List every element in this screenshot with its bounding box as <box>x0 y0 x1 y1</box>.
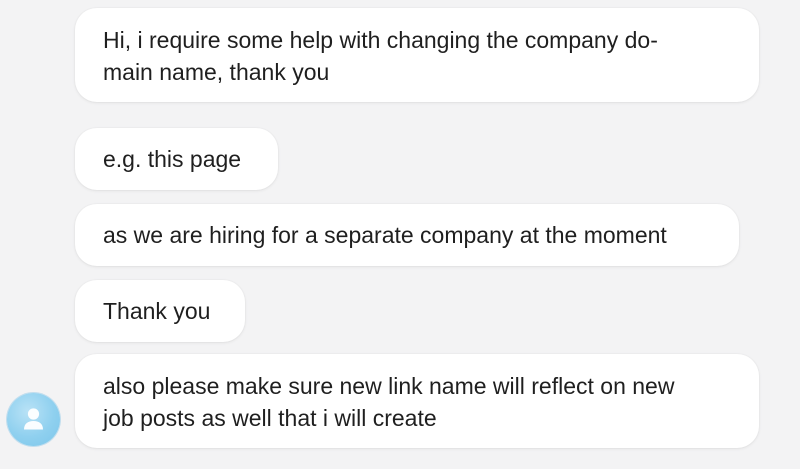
message-text: e.g. this page <box>103 146 242 172</box>
chat-thread: Hi, i require some help with changing th… <box>0 0 800 469</box>
message-bubble: Thank you <box>75 280 245 342</box>
message-bubble: Hi, i require some help with changing th… <box>75 8 759 102</box>
message-text: as we are hiring for a separate company … <box>103 222 667 248</box>
message-text: Thank you <box>103 298 211 324</box>
avatar[interactable] <box>7 393 60 446</box>
user-icon <box>24 408 43 430</box>
message-bubble: as we are hiring for a separate company … <box>75 204 739 266</box>
message-text: Hi, i require some help with changing th… <box>103 26 658 85</box>
message-bubble: also please make sure new link name will… <box>75 354 759 448</box>
message-bubble: e.g. this page <box>75 128 278 190</box>
message-text: also please make sure new link name will… <box>103 372 675 431</box>
